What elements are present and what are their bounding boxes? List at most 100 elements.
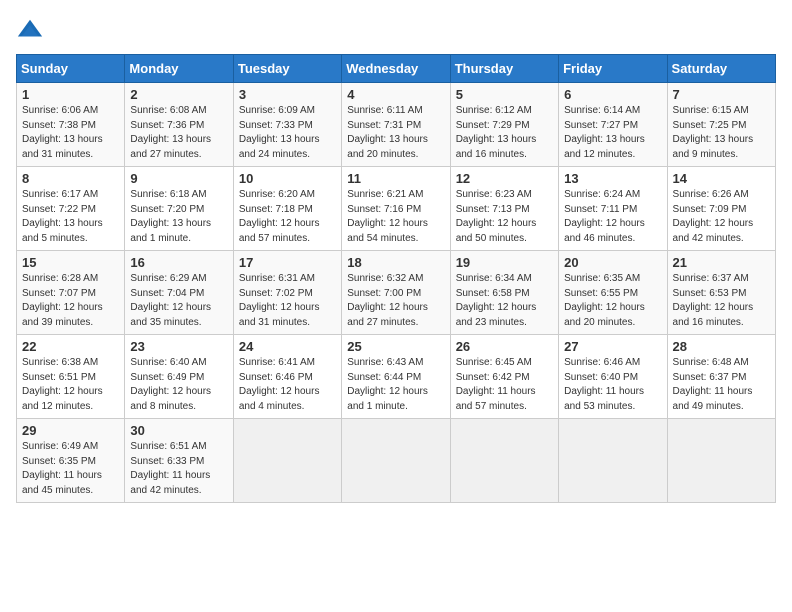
calendar-week-3: 15Sunrise: 6:28 AM Sunset: 7:07 PM Dayli… — [17, 251, 776, 335]
day-info: Sunrise: 6:24 AM Sunset: 7:11 PM Dayligh… — [564, 188, 661, 246]
day-header-friday: Friday — [559, 55, 667, 83]
day-info: Sunrise: 6:21 AM Sunset: 7:16 PM Dayligh… — [347, 188, 444, 246]
day-info: Sunrise: 6:48 AM Sunset: 6:37 PM Dayligh… — [673, 356, 770, 414]
day-number: 26 — [456, 339, 553, 354]
day-number: 5 — [456, 87, 553, 102]
calendar-cell: 4 Sunrise: 6:11 AM Sunset: 7:31 PM Daylig… — [342, 83, 450, 167]
calendar-cell: 16 Sunrise: 6:29 AM Sunset: 7:04 PM Dayli… — [125, 251, 233, 335]
day-number: 27 — [564, 339, 661, 354]
day-number: 23 — [130, 339, 227, 354]
day-info: Sunrise: 6:08 AM Sunset: 7:36 PM Dayligh… — [130, 104, 227, 162]
calendar-cell: 22 Sunrise: 6:38 AM Sunset: 6:51 PM Dayli… — [17, 335, 125, 419]
calendar-cell: 27 Sunrise: 6:46 AM Sunset: 6:40 PM Dayli… — [559, 335, 667, 419]
day-header-saturday: Saturday — [667, 55, 775, 83]
calendar-cell: 7 Sunrise: 6:15 AM Sunset: 7:25 PM Daylig… — [667, 83, 775, 167]
day-number: 28 — [673, 339, 770, 354]
day-info: Sunrise: 6:06 AM Sunset: 7:38 PM Dayligh… — [22, 104, 119, 162]
day-number: 6 — [564, 87, 661, 102]
day-number: 25 — [347, 339, 444, 354]
day-number: 20 — [564, 255, 661, 270]
calendar-cell: 29 Sunrise: 6:49 AM Sunset: 6:35 PM Dayli… — [17, 419, 125, 503]
calendar-cell: 2 Sunrise: 6:08 AM Sunset: 7:36 PM Daylig… — [125, 83, 233, 167]
day-number: 12 — [456, 171, 553, 186]
day-info: Sunrise: 6:49 AM Sunset: 6:35 PM Dayligh… — [22, 440, 119, 498]
calendar-table: SundayMondayTuesdayWednesdayThursdayFrid… — [16, 54, 776, 503]
calendar-cell — [559, 419, 667, 503]
day-number: 2 — [130, 87, 227, 102]
day-number: 1 — [22, 87, 119, 102]
calendar-cell: 10 Sunrise: 6:20 AM Sunset: 7:18 PM Dayli… — [233, 167, 341, 251]
day-number: 13 — [564, 171, 661, 186]
calendar-cell: 25 Sunrise: 6:43 AM Sunset: 6:44 PM Dayli… — [342, 335, 450, 419]
calendar-cell: 3Sunrise: 6:09 AM Sunset: 7:33 PM Daylig… — [233, 83, 341, 167]
day-header-sunday: Sunday — [17, 55, 125, 83]
calendar-cell: 8 Sunrise: 6:17 AM Sunset: 7:22 PM Daylig… — [17, 167, 125, 251]
day-number: 30 — [130, 423, 227, 438]
day-info: Sunrise: 6:38 AM Sunset: 6:51 PM Dayligh… — [22, 356, 119, 414]
calendar-week-4: 22 Sunrise: 6:38 AM Sunset: 6:51 PM Dayli… — [17, 335, 776, 419]
day-info: Sunrise: 6:11 AM Sunset: 7:31 PM Dayligh… — [347, 104, 444, 162]
day-number: 17 — [239, 255, 336, 270]
calendar-cell: 11 Sunrise: 6:21 AM Sunset: 7:16 PM Dayli… — [342, 167, 450, 251]
day-number: 9 — [130, 171, 227, 186]
day-number: 4 — [347, 87, 444, 102]
calendar-cell: 20Sunrise: 6:35 AM Sunset: 6:55 PM Dayli… — [559, 251, 667, 335]
calendar-cell: 6 Sunrise: 6:14 AM Sunset: 7:27 PM Daylig… — [559, 83, 667, 167]
calendar-cell: 14 Sunrise: 6:26 AM Sunset: 7:09 PM Dayli… — [667, 167, 775, 251]
day-info: Sunrise: 6:40 AM Sunset: 6:49 PM Dayligh… — [130, 356, 227, 414]
day-info: Sunrise: 6:17 AM Sunset: 7:22 PM Dayligh… — [22, 188, 119, 246]
day-number: 11 — [347, 171, 444, 186]
day-info: Sunrise: 6:46 AM Sunset: 6:40 PM Dayligh… — [564, 356, 661, 414]
day-info: Sunrise: 6:12 AM Sunset: 7:29 PM Dayligh… — [456, 104, 553, 162]
calendar-cell: 17 Sunrise: 6:31 AM Sunset: 7:02 PM Dayli… — [233, 251, 341, 335]
calendar-cell — [342, 419, 450, 503]
day-info: Sunrise: 6:18 AM Sunset: 7:20 PM Dayligh… — [130, 188, 227, 246]
day-number: 10 — [239, 171, 336, 186]
calendar-cell — [233, 419, 341, 503]
day-info: Sunrise: 6:37 AM Sunset: 6:53 PM Dayligh… — [673, 272, 770, 330]
calendar-cell — [450, 419, 558, 503]
day-number: 16 — [130, 255, 227, 270]
day-info: Sunrise: 6:43 AM Sunset: 6:44 PM Dayligh… — [347, 356, 444, 414]
day-number: 24 — [239, 339, 336, 354]
day-number: 8 — [22, 171, 119, 186]
day-info: Sunrise: 6:14 AM Sunset: 7:27 PM Dayligh… — [564, 104, 661, 162]
day-header-thursday: Thursday — [450, 55, 558, 83]
calendar-week-5: 29 Sunrise: 6:49 AM Sunset: 6:35 PM Dayli… — [17, 419, 776, 503]
day-info: Sunrise: 6:23 AM Sunset: 7:13 PM Dayligh… — [456, 188, 553, 246]
calendar-cell: 19Sunrise: 6:34 AM Sunset: 6:58 PM Dayli… — [450, 251, 558, 335]
calendar-cell: 9 Sunrise: 6:18 AM Sunset: 7:20 PM Daylig… — [125, 167, 233, 251]
day-number: 18 — [347, 255, 444, 270]
day-info: Sunrise: 6:29 AM Sunset: 7:04 PM Dayligh… — [130, 272, 227, 330]
day-info: Sunrise: 6:45 AM Sunset: 6:42 PM Dayligh… — [456, 356, 553, 414]
day-info: Sunrise: 6:41 AM Sunset: 6:46 PM Dayligh… — [239, 356, 336, 414]
day-info: Sunrise: 6:26 AM Sunset: 7:09 PM Dayligh… — [673, 188, 770, 246]
day-number: 22 — [22, 339, 119, 354]
day-number: 14 — [673, 171, 770, 186]
calendar-cell: 26 Sunrise: 6:45 AM Sunset: 6:42 PM Dayli… — [450, 335, 558, 419]
calendar-cell: 15Sunrise: 6:28 AM Sunset: 7:07 PM Dayli… — [17, 251, 125, 335]
day-header-monday: Monday — [125, 55, 233, 83]
calendar-cell: 5 Sunrise: 6:12 AM Sunset: 7:29 PM Daylig… — [450, 83, 558, 167]
day-number: 19 — [456, 255, 553, 270]
calendar-week-2: 8 Sunrise: 6:17 AM Sunset: 7:22 PM Daylig… — [17, 167, 776, 251]
calendar-cell: 24 Sunrise: 6:41 AM Sunset: 6:46 PM Dayli… — [233, 335, 341, 419]
day-info: Sunrise: 6:31 AM Sunset: 7:02 PM Dayligh… — [239, 272, 336, 330]
calendar-cell: 12 Sunrise: 6:23 AM Sunset: 7:13 PM Dayli… — [450, 167, 558, 251]
calendar-cell: 21 Sunrise: 6:37 AM Sunset: 6:53 PM Dayli… — [667, 251, 775, 335]
day-info: Sunrise: 6:09 AM Sunset: 7:33 PM Dayligh… — [239, 104, 336, 162]
calendar-cell: 23 Sunrise: 6:40 AM Sunset: 6:49 PM Dayli… — [125, 335, 233, 419]
logo — [16, 16, 48, 44]
calendar-week-1: 1 Sunrise: 6:06 AM Sunset: 7:38 PM Daylig… — [17, 83, 776, 167]
calendar-cell: 30Sunrise: 6:51 AM Sunset: 6:33 PM Dayli… — [125, 419, 233, 503]
day-number: 7 — [673, 87, 770, 102]
day-info: Sunrise: 6:32 AM Sunset: 7:00 PM Dayligh… — [347, 272, 444, 330]
day-header-wednesday: Wednesday — [342, 55, 450, 83]
day-number: 29 — [22, 423, 119, 438]
day-info: Sunrise: 6:20 AM Sunset: 7:18 PM Dayligh… — [239, 188, 336, 246]
day-header-tuesday: Tuesday — [233, 55, 341, 83]
day-number: 21 — [673, 255, 770, 270]
calendar-cell: 28 Sunrise: 6:48 AM Sunset: 6:37 PM Dayli… — [667, 335, 775, 419]
calendar-cell: 18 Sunrise: 6:32 AM Sunset: 7:00 PM Dayli… — [342, 251, 450, 335]
day-info: Sunrise: 6:15 AM Sunset: 7:25 PM Dayligh… — [673, 104, 770, 162]
